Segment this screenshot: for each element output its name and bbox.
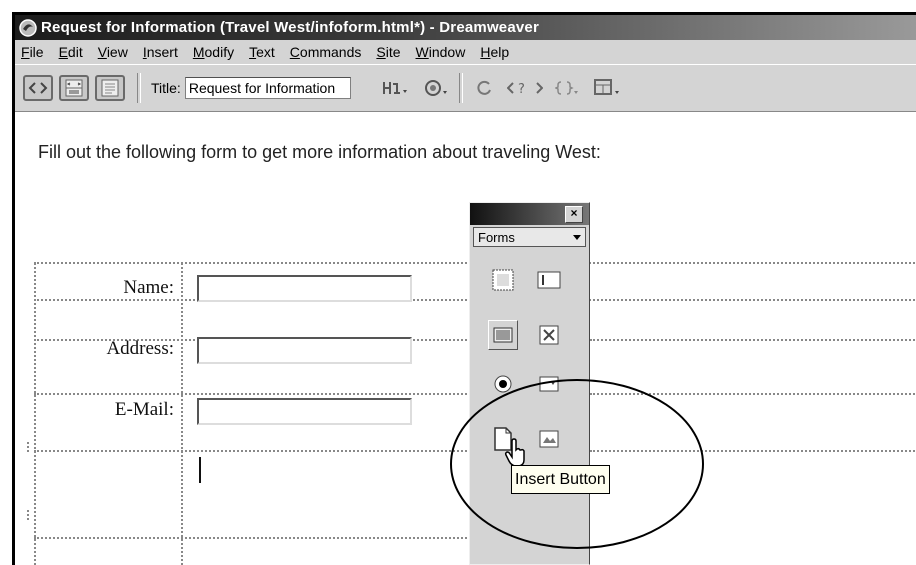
insert-checkbox-button[interactable] bbox=[534, 320, 564, 350]
name-label: Name: bbox=[123, 277, 174, 298]
panel-title-bar[interactable]: × bbox=[470, 203, 589, 225]
title-bar[interactable]: Request for Information (Travel West/inf… bbox=[15, 15, 916, 40]
menu-edit[interactable]: Edit bbox=[53, 44, 92, 60]
menu-site[interactable]: Site bbox=[370, 44, 409, 60]
split-view-icon bbox=[65, 79, 83, 97]
name-text-field[interactable] bbox=[197, 275, 412, 302]
menu-help[interactable]: Help bbox=[474, 44, 518, 60]
design-view-button[interactable] bbox=[95, 75, 125, 101]
view-options-button[interactable] bbox=[554, 78, 581, 98]
dreamweaver-app-icon bbox=[19, 18, 37, 37]
menu-insert[interactable]: Insert bbox=[137, 44, 187, 60]
menu-modify[interactable]: Modify bbox=[187, 44, 243, 60]
image-field-icon bbox=[539, 430, 559, 448]
table-row-divider bbox=[34, 393, 482, 395]
radio-button-icon bbox=[494, 375, 512, 393]
design-view-icon bbox=[101, 79, 119, 97]
code-view-icon bbox=[28, 82, 48, 94]
braces-icon bbox=[554, 81, 578, 95]
menu-commands[interactable]: Commands bbox=[284, 44, 371, 60]
address-label: Address: bbox=[106, 338, 174, 359]
toolbar-separator bbox=[137, 73, 141, 103]
page-title-input[interactable] bbox=[184, 77, 351, 99]
app-window: Request for Information (Travel West/inf… bbox=[12, 12, 916, 565]
email-text-field[interactable] bbox=[197, 398, 412, 425]
document-toolbar: Title: ? bbox=[15, 64, 916, 113]
checkbox-icon bbox=[539, 325, 559, 345]
panel-category-label: Forms bbox=[478, 229, 515, 245]
insert-text-field-button[interactable] bbox=[534, 265, 564, 295]
form-button-icon bbox=[493, 327, 513, 343]
insert-image-field-button[interactable] bbox=[534, 424, 564, 454]
file-management-icon bbox=[382, 82, 407, 94]
panel-category-select[interactable]: Forms bbox=[473, 227, 586, 247]
insert-radio-button[interactable] bbox=[488, 369, 518, 399]
chevron-down-icon bbox=[573, 234, 581, 240]
file-management-button[interactable] bbox=[381, 78, 411, 98]
panel-close-button[interactable]: × bbox=[565, 206, 583, 223]
menu-file[interactable]: File bbox=[15, 44, 53, 60]
table-column-divider bbox=[181, 263, 183, 565]
menu-window[interactable]: Window bbox=[410, 44, 475, 60]
code-navigation-button[interactable]: ? bbox=[506, 78, 543, 98]
insert-button-tooltip: Insert Button bbox=[511, 465, 610, 494]
insert-list-menu-button[interactable] bbox=[534, 369, 564, 399]
visual-aids-icon bbox=[593, 79, 619, 95]
preview-browser-button[interactable] bbox=[423, 78, 451, 98]
table-row-divider bbox=[590, 450, 916, 452]
visual-aids-button[interactable] bbox=[593, 78, 623, 98]
menu-bar: File Edit View Insert Modify Text Comman… bbox=[15, 41, 916, 62]
intro-paragraph: Fill out the following form to get more … bbox=[38, 142, 601, 162]
window-title: Request for Information (Travel West/inf… bbox=[41, 19, 540, 36]
table-row-divider bbox=[590, 339, 916, 341]
insert-button-button[interactable] bbox=[488, 320, 518, 350]
text-insertion-cursor bbox=[199, 457, 201, 483]
row-marker bbox=[27, 442, 33, 452]
text-field-icon bbox=[537, 271, 561, 289]
toolbar-separator bbox=[458, 73, 463, 103]
email-label: E-Mail: bbox=[114, 399, 174, 420]
document-design-area[interactable]: Fill out the following form to get more … bbox=[15, 112, 916, 565]
svg-text:?: ? bbox=[518, 82, 525, 97]
form-icon bbox=[492, 269, 514, 291]
row-marker bbox=[27, 510, 33, 520]
code-nav-icon: ? bbox=[506, 82, 543, 97]
table-border-bottom bbox=[34, 537, 482, 539]
title-label: Title: bbox=[151, 80, 181, 96]
refresh-design-button[interactable] bbox=[475, 78, 495, 98]
table-row-divider bbox=[34, 450, 482, 452]
list-menu-icon bbox=[539, 376, 559, 392]
insert-form-button[interactable] bbox=[488, 265, 518, 295]
code-view-button[interactable] bbox=[23, 75, 53, 101]
split-view-button[interactable] bbox=[59, 75, 89, 101]
refresh-icon bbox=[477, 80, 491, 95]
objects-panel: × Forms bbox=[469, 202, 590, 565]
menu-text[interactable]: Text bbox=[243, 44, 284, 60]
menu-view[interactable]: View bbox=[92, 44, 137, 60]
table-row-divider bbox=[590, 393, 916, 395]
globe-icon bbox=[424, 80, 447, 96]
address-text-field[interactable] bbox=[197, 337, 412, 364]
